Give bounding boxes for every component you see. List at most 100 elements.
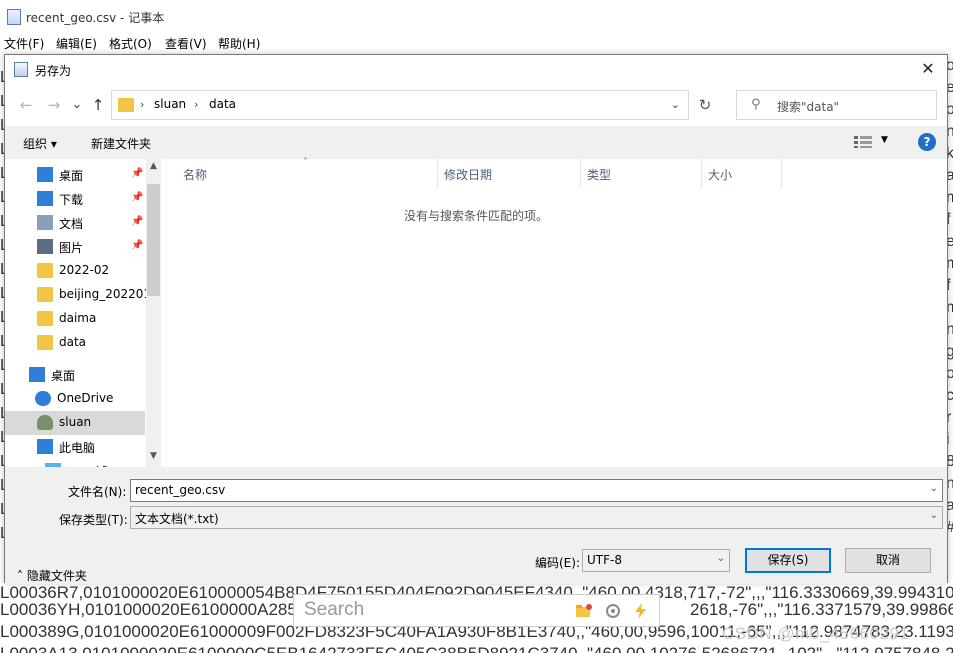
column-size[interactable]: 大小 bbox=[702, 159, 782, 187]
text-line: 2618,-76",,,"116.3371579,39.9986635",,, bbox=[690, 600, 953, 619]
nav-item[interactable]: 2022-02 bbox=[5, 259, 145, 283]
pin-icon: 📌 bbox=[131, 168, 144, 179]
save-type-value: 文本文档(*.txt) bbox=[135, 512, 219, 526]
encoding-label: 编码(E): bbox=[535, 556, 580, 570]
nav-item[interactable]: 图片 📌 bbox=[5, 235, 145, 259]
nav-item-label: 桌面 bbox=[51, 369, 76, 383]
nav-item-label: beijing_202201 bbox=[59, 287, 152, 301]
scrollbar-thumb[interactable] bbox=[147, 184, 160, 296]
save-as-dialog: 另存为 ✕ ← → ⌄ ↑ › sluan › data ⌄ ↻ ⚲ 搜索"da… bbox=[4, 54, 948, 584]
dialog-title: 另存为 bbox=[35, 64, 72, 78]
nav-item[interactable]: 下载 📌 bbox=[5, 187, 145, 211]
nav-item[interactable]: 3D 对象 bbox=[5, 459, 145, 467]
file-name-label: 文件名(N): bbox=[68, 485, 127, 499]
desktop-icon bbox=[29, 367, 45, 382]
taskbar-search-placeholder: Search bbox=[304, 599, 365, 620]
dialog-titlebar: 另存为 ✕ bbox=[5, 55, 947, 84]
column-label: 类型 bbox=[587, 168, 612, 182]
nav-item[interactable]: 文档 📌 bbox=[5, 211, 145, 235]
menu-file[interactable]: 文件(F) bbox=[4, 35, 44, 52]
column-name[interactable]: ˄ 名称 bbox=[163, 157, 438, 187]
file-name-field[interactable]: recent_geo.csv ⌄ bbox=[130, 479, 943, 502]
refresh-button[interactable]: ↻ bbox=[691, 90, 719, 120]
user-icon bbox=[37, 415, 53, 430]
nav-item-label: daima bbox=[59, 311, 97, 325]
chevron-up-icon: ˄ bbox=[17, 569, 23, 583]
scroll-down-arrow[interactable]: ▼ bbox=[146, 451, 161, 461]
organize-button[interactable]: 组织 ▾ bbox=[23, 135, 57, 152]
notepad-icon bbox=[7, 9, 21, 25]
chevron-right-icon: › bbox=[194, 98, 199, 111]
back-button[interactable]: ← bbox=[17, 96, 35, 114]
cloud-icon bbox=[35, 391, 51, 406]
chevron-down-icon[interactable]: ⌄ bbox=[671, 98, 680, 111]
close-button[interactable]: ✕ bbox=[913, 55, 943, 83]
nav-item-label: data bbox=[59, 335, 87, 349]
save-options: 文件名(N): recent_geo.csv ⌄ 保存类型(T): 文本文档(*… bbox=[5, 467, 947, 584]
column-label: 修改日期 bbox=[444, 168, 493, 182]
desktop-icon bbox=[37, 167, 53, 182]
menu-edit[interactable]: 编辑(E) bbox=[56, 35, 97, 52]
hide-folders-toggle[interactable]: ˄ 隐藏文件夹 bbox=[17, 567, 87, 584]
new-folder-button[interactable]: 新建文件夹 bbox=[91, 135, 151, 152]
view-options-icon[interactable] bbox=[854, 136, 872, 148]
nav-item-label: 桌面 bbox=[59, 169, 84, 183]
up-button[interactable]: ↑ bbox=[89, 96, 107, 114]
nav-item[interactable]: beijing_202201 bbox=[5, 283, 151, 307]
navigation-bar: ← → ⌄ ↑ › sluan › data ⌄ ↻ ⚲ 搜索"data" bbox=[5, 84, 947, 126]
chevron-down-icon[interactable]: ⌄ bbox=[930, 483, 938, 494]
notepad-icon bbox=[14, 62, 28, 77]
chevron-down-icon[interactable]: ⌄ bbox=[717, 553, 725, 564]
chevron-down-icon[interactable]: ⌄ bbox=[68, 96, 86, 114]
folder-share-icon[interactable] bbox=[575, 602, 593, 620]
settings-icon[interactable] bbox=[604, 602, 622, 620]
nav-item-label: 文档 bbox=[59, 217, 84, 231]
search-icon: ⚲ bbox=[751, 97, 761, 112]
folder-icon bbox=[37, 335, 53, 350]
document-icon bbox=[37, 215, 53, 230]
nav-item[interactable]: daima bbox=[5, 307, 145, 331]
pin-icon: 📌 bbox=[131, 240, 144, 251]
breadcrumb-sluan[interactable]: sluan bbox=[154, 97, 186, 111]
pin-icon: 📌 bbox=[131, 216, 144, 227]
chevron-down-icon[interactable]: ⌄ bbox=[930, 510, 938, 521]
save-type-select[interactable]: 文本文档(*.txt) ⌄ bbox=[130, 506, 943, 529]
pin-icon: 📌 bbox=[131, 192, 144, 203]
menu-help[interactable]: 帮助(H) bbox=[218, 35, 260, 52]
address-bar[interactable]: › sluan › data ⌄ bbox=[111, 90, 689, 120]
encoding-select[interactable]: UTF-8 ⌄ bbox=[582, 549, 730, 572]
hide-folders-label: 隐藏文件夹 bbox=[26, 569, 87, 583]
cancel-button[interactable]: 取消 bbox=[845, 548, 931, 573]
nav-item[interactable]: 此电脑 bbox=[5, 435, 145, 459]
nav-item-label: 此电脑 bbox=[59, 441, 96, 455]
nav-item[interactable]: data bbox=[5, 331, 145, 355]
navigation-pane: 桌面 📌 下载 📌 文档 📌 图片 📌 2022-02 beijing_202201 daima da… bbox=[5, 159, 161, 467]
nav-item[interactable]: sluan bbox=[5, 411, 145, 435]
notepad-menubar: 文件(F) 编辑(E) 格式(O) 查看(V) 帮助(H) bbox=[0, 33, 953, 53]
breadcrumb-data[interactable]: data bbox=[209, 97, 236, 111]
lightning-icon[interactable] bbox=[632, 602, 650, 620]
menu-format[interactable]: 格式(O) bbox=[109, 35, 152, 52]
text-line: L0003A13,0101000020E6100000C5EB1642733F5… bbox=[0, 644, 953, 653]
column-type[interactable]: 类型 bbox=[581, 159, 702, 187]
chevron-down-icon[interactable]: ▼ bbox=[881, 135, 888, 145]
nav-item[interactable]: 桌面 bbox=[5, 363, 145, 387]
file-list[interactable]: ˄ 名称 修改日期 类型 大小 没有与搜索条件匹配的项。 bbox=[163, 157, 947, 467]
encoding-value: UTF-8 bbox=[587, 553, 622, 567]
notepad-title: recent_geo.csv - 记事本 bbox=[26, 11, 165, 25]
help-icon[interactable]: ? bbox=[918, 133, 936, 151]
menu-view[interactable]: 查看(V) bbox=[165, 35, 207, 52]
column-modified[interactable]: 修改日期 bbox=[438, 159, 581, 187]
nav-item[interactable]: 桌面 📌 bbox=[5, 163, 145, 187]
nav-item[interactable]: OneDrive bbox=[5, 387, 145, 411]
picture-icon bbox=[37, 239, 53, 254]
nav-scrollbar[interactable]: ▲ ▼ bbox=[146, 159, 161, 467]
empty-message: 没有与搜索条件匹配的项。 bbox=[403, 209, 548, 223]
computer-icon bbox=[37, 439, 53, 454]
folder-icon bbox=[118, 98, 134, 112]
taskbar-search[interactable]: Search bbox=[293, 594, 660, 627]
forward-button[interactable]: → bbox=[45, 96, 63, 114]
save-button[interactable]: 保存(S) bbox=[745, 548, 831, 573]
scroll-up-arrow[interactable]: ▲ bbox=[146, 161, 161, 171]
search-input[interactable]: ⚲ 搜索"data" bbox=[736, 90, 937, 120]
